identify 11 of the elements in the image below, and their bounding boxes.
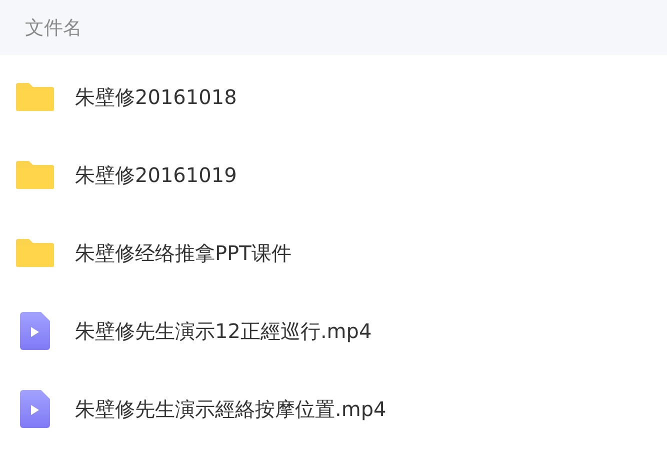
video-file-icon [20, 390, 50, 428]
video-file-icon [20, 312, 50, 350]
file-name[interactable]: 朱壁修先生演示經絡按摩位置.mp4 [75, 396, 386, 422]
file-name[interactable]: 朱壁修经络推拿PPT课件 [75, 240, 292, 266]
column-header-label: 文件名 [25, 16, 82, 40]
file-name[interactable]: 朱壁修先生演示12正經巡行.mp4 [75, 318, 372, 344]
folder-icon [16, 161, 54, 189]
file-name[interactable]: 朱壁修20161018 [75, 84, 237, 110]
file-name[interactable]: 朱壁修20161019 [75, 162, 237, 188]
folder-icon [16, 83, 54, 111]
folder-icon [16, 239, 54, 267]
